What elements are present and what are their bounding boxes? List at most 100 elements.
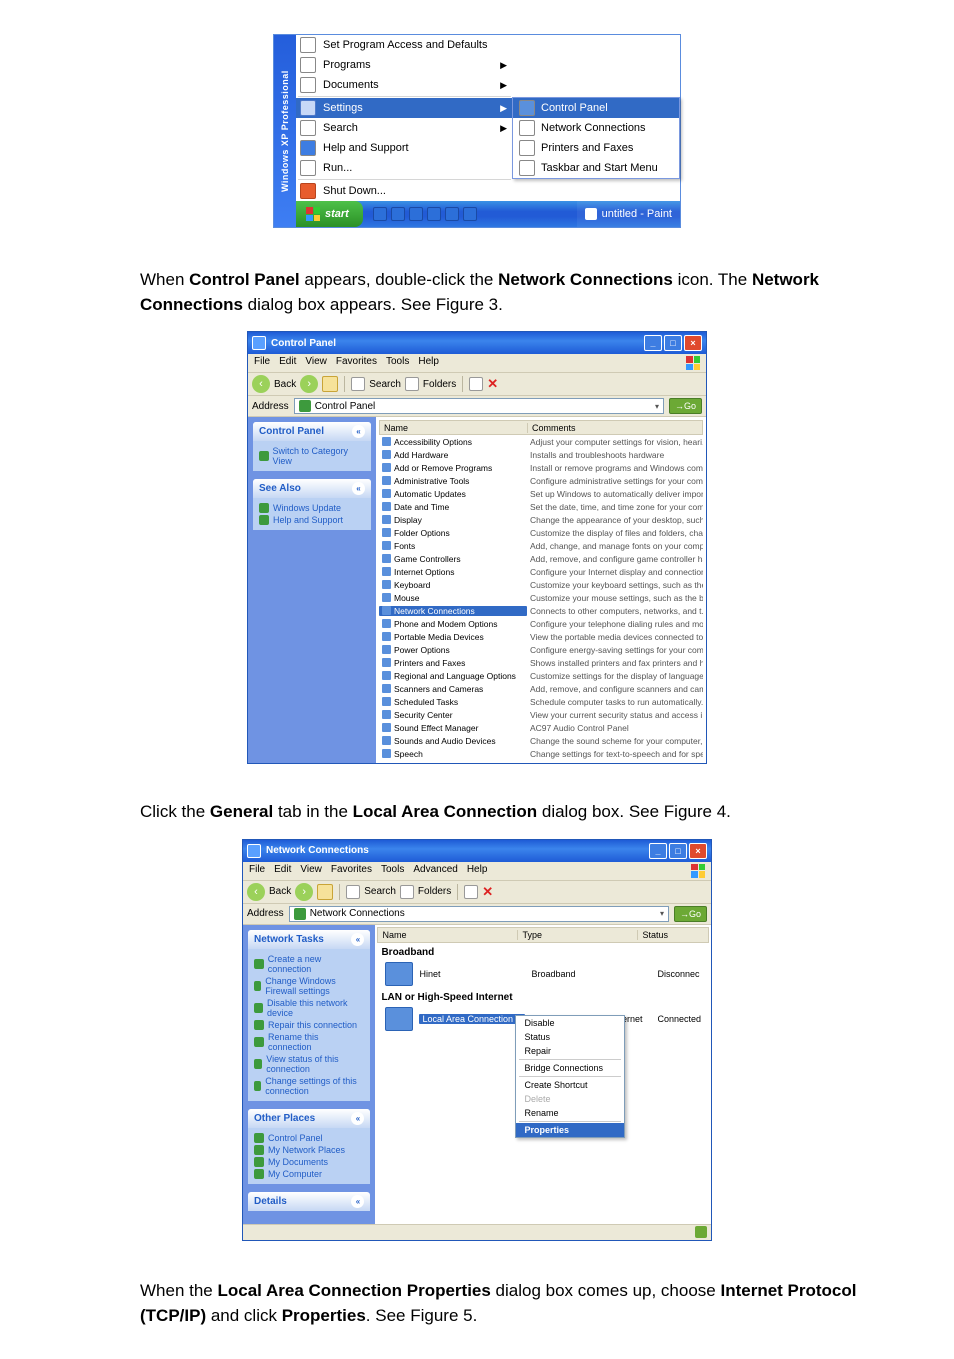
side-link[interactable]: View status of this connection (254, 1053, 364, 1075)
list-item[interactable]: Scheduled TasksSchedule computer tasks t… (379, 695, 703, 708)
col-comments[interactable]: Comments (528, 423, 702, 433)
side-link[interactable]: My Network Places (254, 1144, 364, 1156)
menu-help[interactable]: Help (418, 356, 439, 370)
menu-edit[interactable]: Edit (274, 864, 291, 878)
go-button[interactable]: → Go (669, 398, 702, 414)
side-box-header[interactable]: Details « (248, 1192, 370, 1211)
connection-item[interactable]: HinetBroadbandDisconnec (377, 960, 709, 988)
list-item[interactable]: Internet OptionsConfigure your Internet … (379, 565, 703, 578)
list-item[interactable]: Security CenterView your current securit… (379, 708, 703, 721)
side-link-windows-update[interactable]: Windows Update (259, 502, 365, 514)
menu-settings[interactable]: Settings ▶ (296, 98, 513, 118)
context-menu-item[interactable]: Properties (516, 1123, 624, 1137)
side-box-header[interactable]: Other Places « (248, 1109, 370, 1128)
side-link-switch-category[interactable]: Switch to Category View (259, 445, 365, 467)
quicklaunch-icon[interactable] (427, 207, 441, 221)
forward-button[interactable]: › (295, 883, 313, 901)
list-item[interactable]: Accessibility OptionsAdjust your compute… (379, 435, 703, 448)
side-link[interactable]: Control Panel (254, 1132, 364, 1144)
quicklaunch-icon[interactable] (445, 207, 459, 221)
context-menu-item[interactable]: Disable (516, 1016, 624, 1030)
address-input[interactable]: Network Connections ▾ (289, 906, 669, 922)
search-icon[interactable] (351, 377, 365, 391)
close-button[interactable]: × (689, 843, 707, 859)
menu-set-program-access[interactable]: Set Program Access and Defaults (296, 35, 513, 55)
list-item[interactable]: Sounds and Audio DevicesChange the sound… (379, 734, 703, 747)
folders-icon[interactable] (405, 377, 419, 391)
side-link[interactable]: Repair this connection (254, 1019, 364, 1031)
list-item[interactable]: Scanners and CamerasAdd, remove, and con… (379, 682, 703, 695)
menu-advanced[interactable]: Advanced (413, 864, 457, 878)
submenu-printers-faxes[interactable]: Printers and Faxes (513, 138, 679, 158)
menu-edit[interactable]: Edit (279, 356, 296, 370)
menu-file[interactable]: File (254, 356, 270, 370)
collapse-icon[interactable]: « (352, 425, 365, 438)
menu-help-support[interactable]: Help and Support (296, 138, 513, 158)
close-button[interactable]: × (684, 335, 702, 351)
address-input[interactable]: Control Panel ▾ (294, 398, 664, 414)
maximize-button[interactable]: □ (669, 843, 687, 859)
col-name[interactable]: Name (378, 930, 518, 940)
forward-button[interactable]: › (300, 375, 318, 393)
side-link[interactable]: Disable this network device (254, 997, 364, 1019)
taskbar-task-paint[interactable]: untitled - Paint (577, 201, 680, 227)
collapse-icon[interactable]: « (351, 1195, 364, 1208)
menu-run[interactable]: Run... (296, 158, 513, 178)
list-item[interactable]: Sound Effect ManagerAC97 Audio Control P… (379, 721, 703, 734)
list-item[interactable]: FontsAdd, change, and manage fonts on yo… (379, 539, 703, 552)
folders-icon[interactable] (400, 885, 414, 899)
address-dropdown-icon[interactable]: ▾ (660, 909, 664, 918)
side-link[interactable]: Rename this connection (254, 1031, 364, 1053)
side-link[interactable]: Change Windows Firewall settings (254, 975, 364, 997)
start-button[interactable]: start (296, 201, 363, 227)
list-item[interactable]: KeyboardCustomize your keyboard settings… (379, 578, 703, 591)
side-box-header[interactable]: Control Panel « (253, 422, 371, 441)
side-link-help-support[interactable]: Help and Support (259, 514, 365, 526)
submenu-taskbar-start[interactable]: Taskbar and Start Menu (513, 158, 679, 178)
list-item[interactable]: Administrative ToolsConfigure administra… (379, 474, 703, 487)
list-item[interactable]: Add HardwareInstalls and troubleshoots h… (379, 448, 703, 461)
list-item[interactable]: MouseCustomize your mouse settings, such… (379, 591, 703, 604)
menu-documents[interactable]: Documents ▶ (296, 75, 513, 95)
context-menu-item[interactable]: Rename (516, 1106, 624, 1120)
menu-tools[interactable]: Tools (381, 864, 404, 878)
quicklaunch-icon[interactable] (409, 207, 423, 221)
list-item[interactable]: SpeechChange settings for text-to-speech… (379, 747, 703, 760)
menu-search[interactable]: Search ▶ (296, 118, 513, 138)
views-icon[interactable] (464, 885, 478, 899)
quicklaunch-icon[interactable] (373, 207, 387, 221)
context-menu-item[interactable]: Repair (516, 1044, 624, 1058)
side-link[interactable]: Create a new connection (254, 953, 364, 975)
menu-view[interactable]: View (300, 864, 322, 878)
delete-icon[interactable]: ✕ (487, 376, 498, 392)
menu-programs[interactable]: Programs ▶ (296, 55, 513, 75)
col-status[interactable]: Status (638, 930, 708, 940)
go-button[interactable]: → Go (674, 906, 707, 922)
minimize-button[interactable]: _ (644, 335, 662, 351)
list-item[interactable]: Automatic UpdatesSet up Windows to autom… (379, 487, 703, 500)
list-item[interactable]: Power OptionsConfigure energy-saving set… (379, 643, 703, 656)
side-link[interactable]: Change settings of this connection (254, 1075, 364, 1097)
collapse-icon[interactable]: « (351, 933, 364, 946)
back-button[interactable]: ‹ (247, 883, 265, 901)
side-link[interactable]: My Documents (254, 1156, 364, 1168)
collapse-icon[interactable]: « (351, 1112, 364, 1125)
menu-tools[interactable]: Tools (386, 356, 409, 370)
list-item[interactable]: Printers and FaxesShows installed printe… (379, 656, 703, 669)
menu-shutdown[interactable]: Shut Down... (296, 181, 513, 201)
address-dropdown-icon[interactable]: ▾ (655, 402, 659, 411)
quicklaunch-icon[interactable] (463, 207, 477, 221)
col-name[interactable]: Name (380, 423, 528, 433)
menu-favorites[interactable]: Favorites (331, 864, 372, 878)
search-icon[interactable] (346, 885, 360, 899)
list-item[interactable]: DisplayChange the appearance of your des… (379, 513, 703, 526)
views-icon[interactable] (469, 377, 483, 391)
list-item[interactable]: Game ControllersAdd, remove, and configu… (379, 552, 703, 565)
submenu-control-panel[interactable]: Control Panel (513, 98, 679, 118)
collapse-icon[interactable]: « (352, 482, 365, 495)
list-item[interactable]: Date and TimeSet the date, time, and tim… (379, 500, 703, 513)
menu-view[interactable]: View (305, 356, 327, 370)
menu-file[interactable]: File (249, 864, 265, 878)
side-box-header[interactable]: Network Tasks « (248, 930, 370, 949)
side-box-header[interactable]: See Also « (253, 479, 371, 498)
